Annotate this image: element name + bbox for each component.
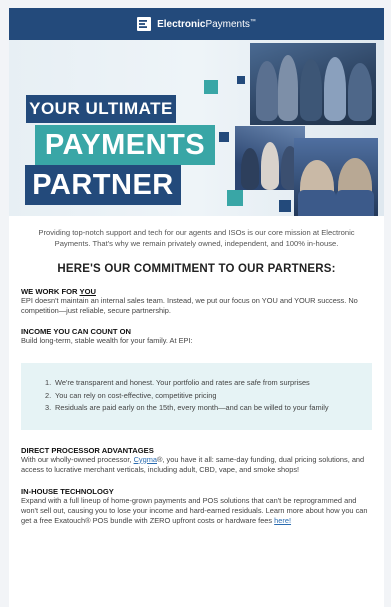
brand-header: ElectronicPayments™: [9, 8, 384, 40]
cygma-link[interactable]: Cygma: [134, 455, 157, 464]
section-body-work-for-you: EPI doesn't maintain an internal sales t…: [21, 296, 358, 315]
electronic-payments-logo-icon: [137, 17, 152, 31]
section-body-income: Build long-term, stable wealth for your …: [21, 336, 193, 345]
intro-paragraph: Providing top-notch support and tech for…: [38, 228, 355, 248]
section-title-work-for-you: WE WORK FOR YOU: [21, 287, 96, 296]
section-body-in-house-technology: Expand with a full lineup of home-grown …: [21, 495, 368, 525]
accent-square: [227, 190, 243, 206]
commitment-points-list: 1. We're transparent and honest. Your por…: [45, 378, 358, 414]
list-item: 3. Residuals are paid early on the 15th, …: [45, 403, 329, 412]
team-photo-portrait: [294, 138, 378, 216]
list-item: 1. We're transparent and honest. Your por…: [45, 378, 310, 387]
team-photo-group: [250, 43, 376, 125]
section-title-in-house-technology: IN-HOUSE TECHNOLOGY: [21, 486, 114, 496]
email-page: ElectronicPayments™ YOUR ULTIMATE PAYMEN…: [9, 8, 384, 607]
brand-name[interactable]: ElectronicPayments™: [157, 19, 256, 30]
email-body: Providing top-notch support and tech for…: [9, 228, 384, 526]
exatouch-here-link[interactable]: here!: [274, 516, 291, 525]
accent-square: [219, 132, 229, 142]
section-title-income: INCOME YOU CAN COUNT ON: [21, 327, 131, 336]
section-body-direct-processor: With our wholly-owned processor, Cygma®,…: [21, 454, 365, 474]
accent-square: [279, 200, 291, 212]
commitment-heading: HERE'S OUR COMMITMENT TO OUR PARTNERS:: [57, 263, 336, 275]
hero-banner: YOUR ULTIMATE PAYMENTS PARTNER: [9, 40, 384, 216]
commitment-points-box: 1. We're transparent and honest. Your por…: [21, 363, 372, 430]
hero-headline-line2: PAYMENTS: [35, 125, 215, 165]
hero-headline-line3: PARTNER: [25, 165, 181, 205]
section-title-direct-processor: DIRECT PROCESSOR ADVANTAGES: [21, 445, 154, 455]
list-item: 2. You can rely on cost-effective, compet…: [45, 390, 217, 400]
accent-square: [237, 76, 245, 84]
hero-headline-line1: YOUR ULTIMATE: [26, 95, 176, 123]
accent-square: [204, 80, 218, 94]
